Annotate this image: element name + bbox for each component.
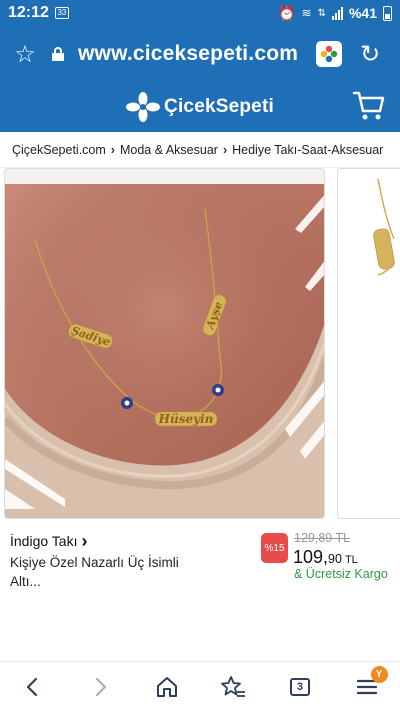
current-price: 109,90 TL (293, 547, 358, 568)
old-price: 129,89 TL (294, 531, 351, 545)
back-button[interactable] (8, 664, 58, 710)
product-title[interactable]: Kişiye Özel Nazarlı Üç İsimli Altı... (10, 553, 210, 591)
brand-name: İndigo Takı (10, 533, 78, 549)
price-decimal: 90 (328, 552, 342, 566)
back-icon (27, 677, 38, 696)
screen: 12:12 33 ⏰ ≋ ⇅ %41 ☆ www.ciceksepeti.com… (0, 0, 400, 711)
engraving-name: Hüseyin (158, 412, 214, 426)
chevron-right-icon: › (222, 142, 228, 157)
star-icon[interactable]: ☆ (10, 40, 40, 69)
home-icon (156, 676, 177, 697)
battery-percent: %41 (348, 5, 377, 21)
status-bar: 12:12 33 ⏰ ≋ ⇅ %41 (0, 0, 400, 26)
status-indicators: ⏰ ≋ ⇅ %41 (278, 5, 392, 22)
product-title-line: Altı... (10, 574, 41, 589)
tabs-button[interactable]: 3 (275, 664, 325, 710)
flower-logo-icon (126, 92, 161, 122)
tabs-icon: 3 (289, 677, 310, 696)
signal-icon (331, 6, 343, 20)
bookmarks-icon (221, 675, 246, 697)
next-product-card[interactable] (337, 168, 400, 519)
browser-bottom-nav: 3 Y (0, 661, 400, 711)
cart-icon[interactable] (352, 88, 386, 122)
free-shipping-label: & Ücretsiz Kargo (294, 567, 388, 581)
chevron-right-icon: › (81, 531, 88, 551)
brand-link[interactable]: İndigo Takı › (10, 531, 88, 551)
next-product-photo (338, 169, 400, 518)
price-main: 109, (293, 547, 329, 567)
site-logo[interactable]: ÇicekSepeti (126, 92, 274, 122)
notification-icon: 33 (54, 7, 69, 19)
battery-icon (383, 5, 392, 21)
network-icon: ⇅ (317, 7, 326, 19)
product-photo: Şadiye Hüseyin Ayşe (5, 169, 324, 518)
site-header: ÇicekSepeti (0, 82, 400, 132)
bookmarks-button[interactable] (208, 664, 258, 710)
reload-icon[interactable]: ↻ (360, 40, 380, 69)
discount-badge: %15 (261, 533, 288, 563)
browser-url-bar: ☆ www.ciceksepeti.com ↻ (0, 26, 400, 82)
breadcrumb-item[interactable]: Hediye Takı-Saat-Aksesuar (232, 143, 383, 157)
product-title-line: Kişiye Özel Nazarlı Üç İsimli (10, 555, 179, 570)
lock-icon[interactable] (52, 47, 64, 61)
forward-button[interactable] (75, 664, 125, 710)
menu-badge: Y (370, 665, 388, 683)
product-image-card[interactable]: Şadiye Hüseyin Ayşe (4, 168, 325, 519)
vibrate-icon: ≋ (301, 6, 312, 20)
logo-text: ÇicekSepeti (164, 96, 274, 117)
price-currency: TL (344, 554, 358, 566)
status-time: 12:12 (8, 4, 49, 21)
alarm-icon: ⏰ (278, 4, 296, 21)
forward-icon (95, 677, 107, 696)
breadcrumb: ÇiçekSepeti.com › Moda & Aksesuar › Hedi… (0, 132, 400, 168)
chevron-right-icon: › (110, 142, 115, 157)
url-field[interactable]: www.ciceksepeti.com (78, 42, 298, 66)
site-favicon-icon[interactable] (316, 41, 343, 67)
breadcrumb-item[interactable]: ÇiçekSepeti.com (12, 143, 106, 157)
home-button[interactable] (142, 664, 192, 710)
breadcrumb-item[interactable]: Moda & Aksesuar (120, 143, 218, 157)
menu-button[interactable]: Y (342, 664, 392, 710)
